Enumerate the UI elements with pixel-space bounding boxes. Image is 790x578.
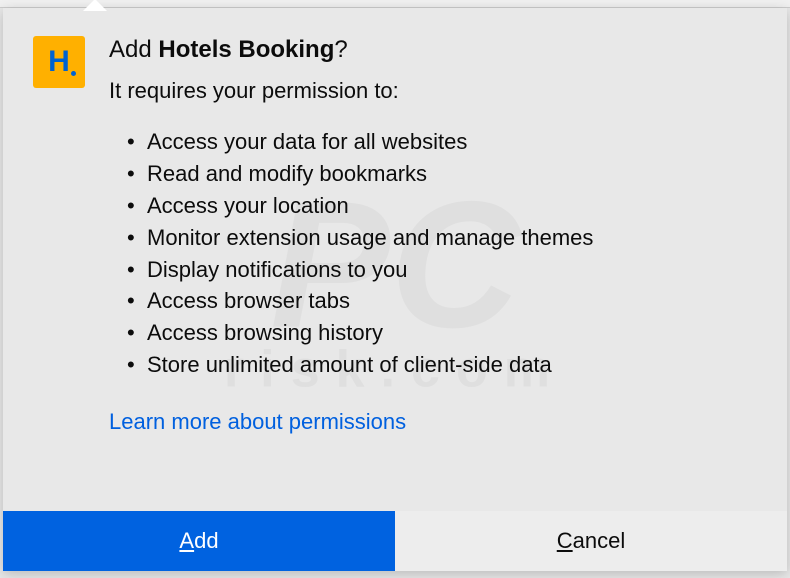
extension-name: Hotels Booking — [158, 36, 334, 63]
cancel-button-accelerator: C — [557, 528, 573, 553]
extension-icon-dot — [71, 71, 76, 76]
dialog-pointer — [83, 0, 107, 11]
cancel-button-text: ancel — [573, 528, 626, 553]
permission-item: Access browser tabs — [127, 285, 757, 317]
permission-item: Access your data for all websites — [127, 126, 757, 158]
permission-item: Display notifications to you — [127, 254, 757, 286]
dialog-text-column: Add Hotels Booking? It requires your per… — [109, 36, 757, 435]
add-button-text: dd — [194, 528, 218, 553]
title-prefix: Add — [109, 36, 158, 63]
permission-item: Access your location — [127, 190, 757, 222]
dialog-content: H Add Hotels Booking? It requires your p… — [3, 8, 787, 455]
cancel-button[interactable]: Cancel — [395, 511, 787, 571]
permission-item: Access browsing history — [127, 317, 757, 349]
extension-icon: H — [33, 36, 85, 88]
permission-item: Monitor extension usage and manage theme… — [127, 222, 757, 254]
title-suffix: ? — [334, 36, 347, 63]
permissions-list: Access your data for all websites Read a… — [109, 126, 757, 381]
permission-item: Read and modify bookmarks — [127, 158, 757, 190]
add-button-accelerator: A — [179, 528, 194, 553]
extension-install-dialog: H Add Hotels Booking? It requires your p… — [3, 8, 787, 571]
dialog-button-row: Add Cancel — [3, 511, 787, 571]
dialog-title: Add Hotels Booking? — [109, 36, 757, 64]
browser-chrome-edge — [0, 0, 790, 8]
permission-item: Store unlimited amount of client-side da… — [127, 349, 757, 381]
learn-more-link[interactable]: Learn more about permissions — [109, 409, 406, 434]
permissions-subtitle: It requires your permission to: — [109, 78, 757, 104]
extension-icon-letter: H — [48, 45, 70, 79]
add-button[interactable]: Add — [3, 511, 395, 571]
